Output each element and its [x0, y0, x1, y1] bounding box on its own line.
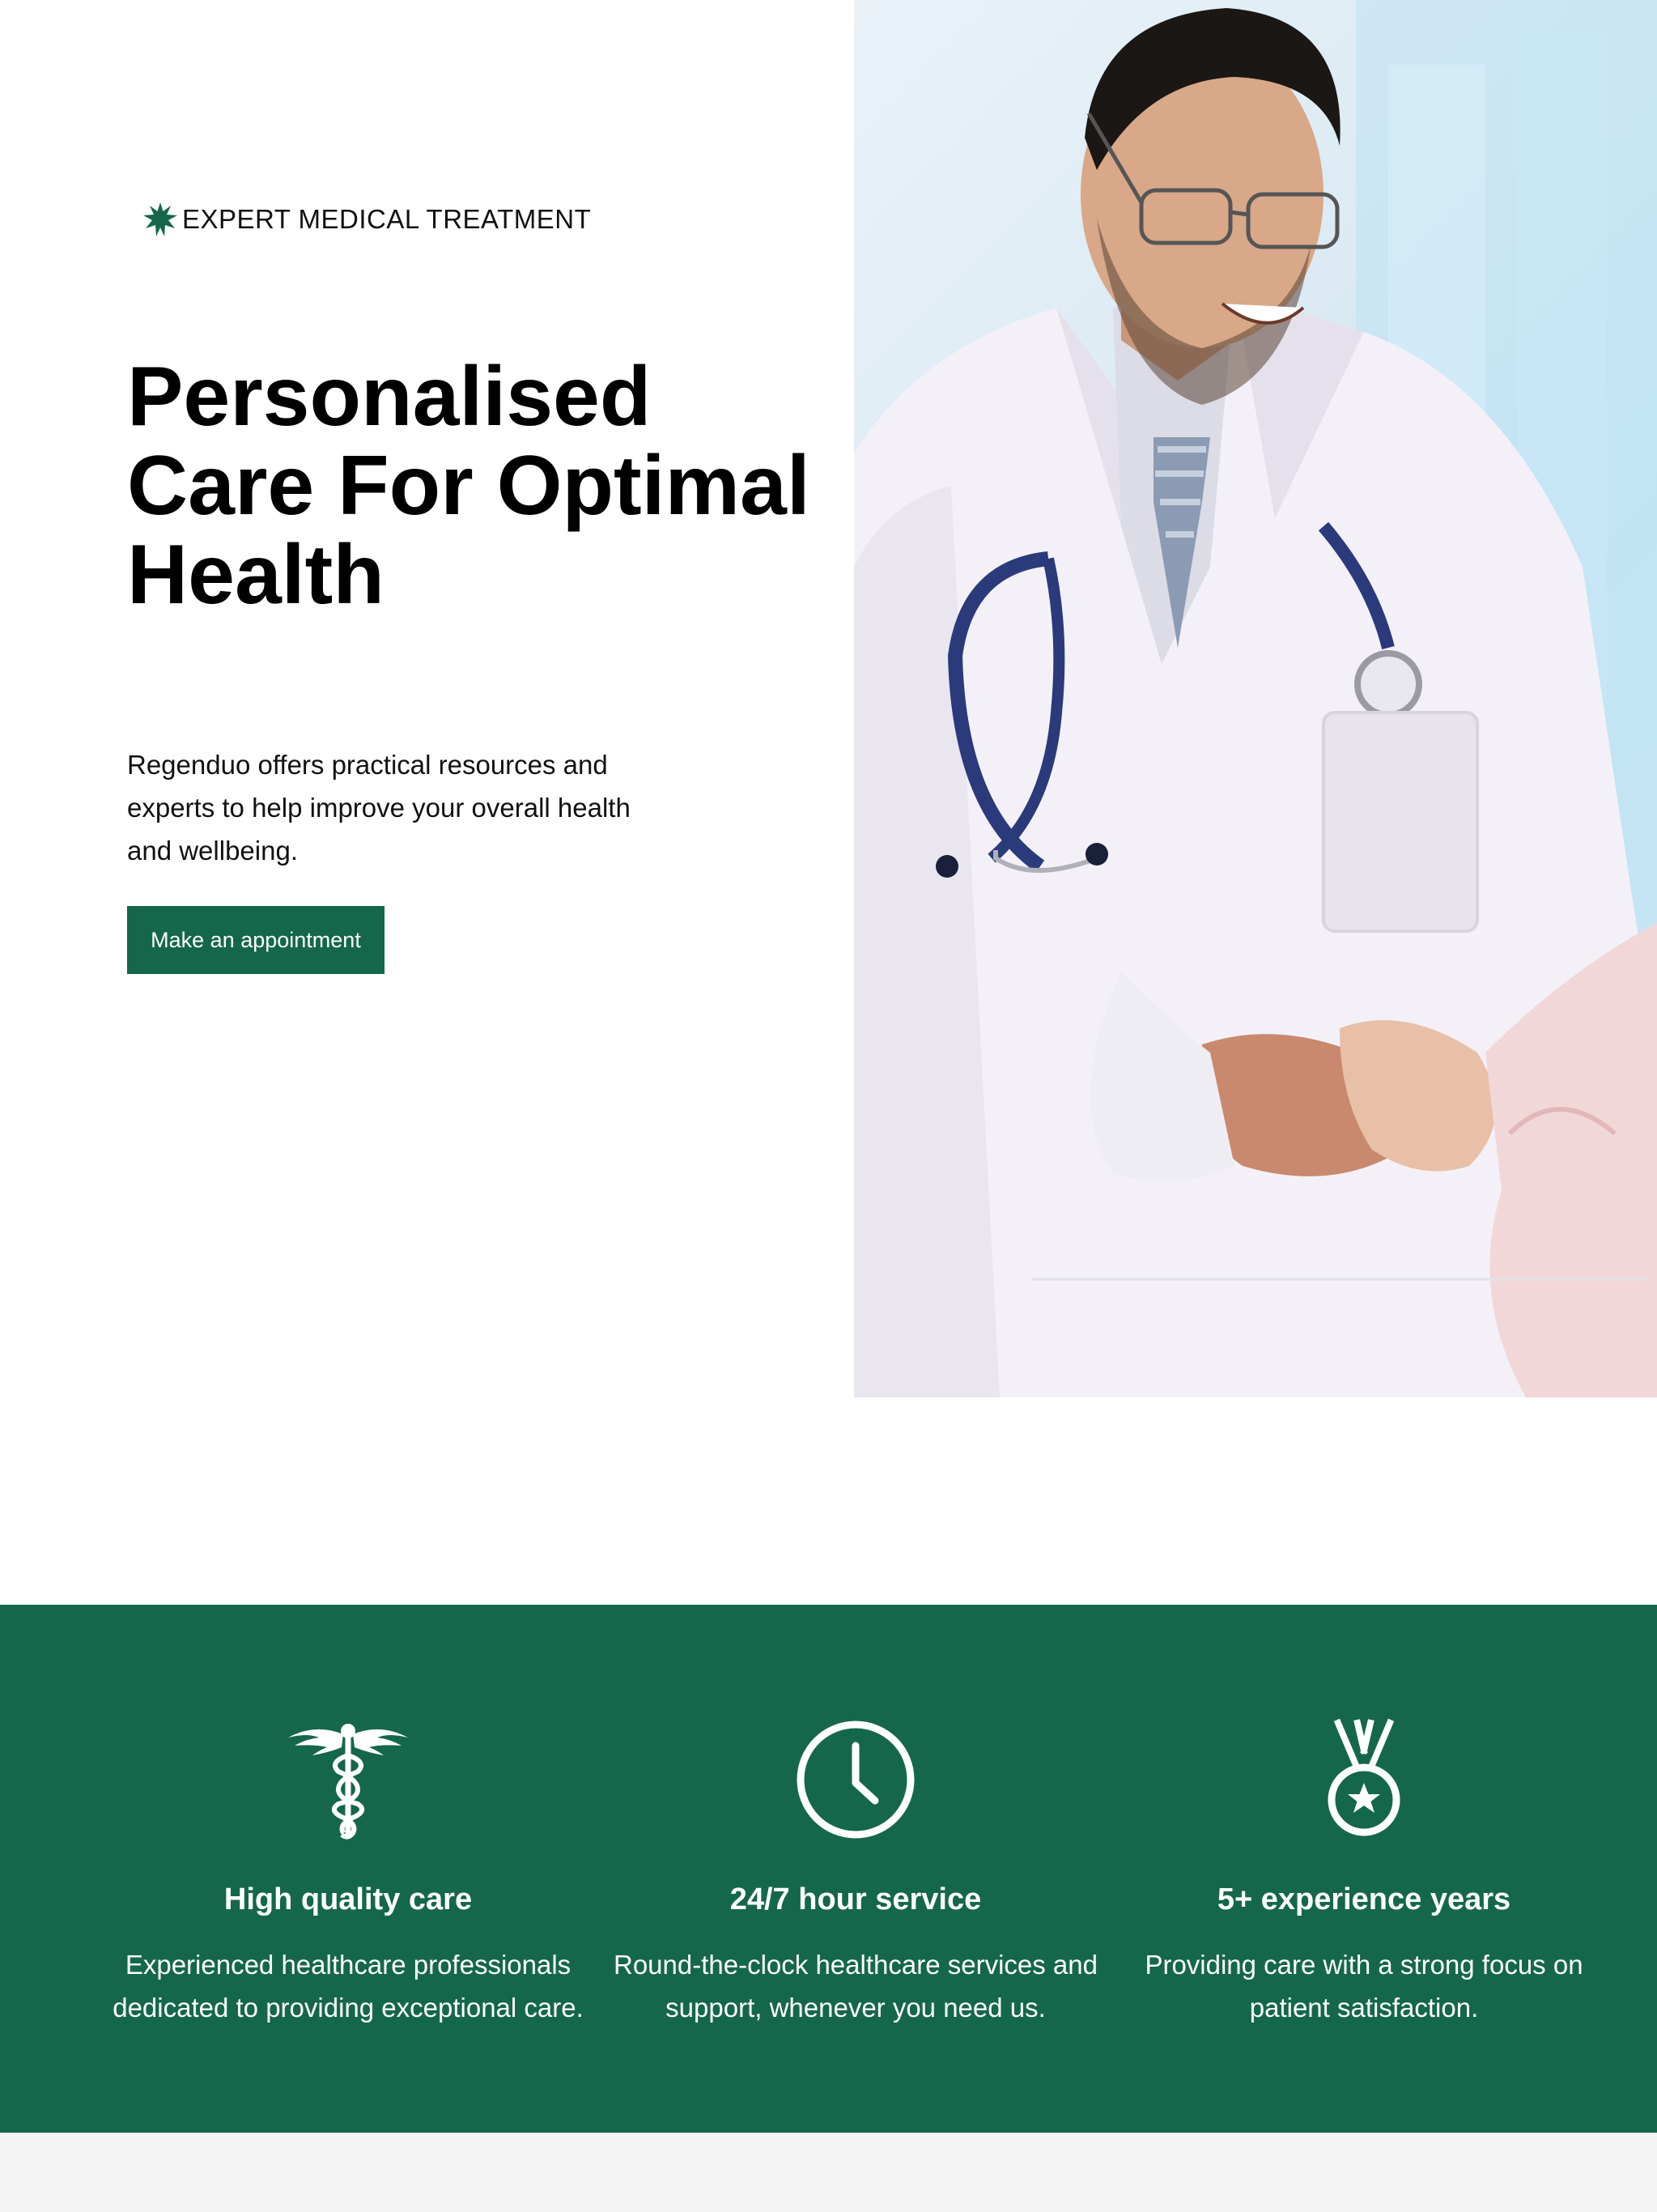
hero-photo: [854, 0, 1657, 1397]
hero-description: Regenduo offers practical resources and …: [127, 750, 631, 866]
doctor-photo-illustration: [854, 0, 1657, 1397]
feature-title: 5+ experience years: [1217, 1882, 1511, 1916]
star-burst-icon: [143, 202, 177, 236]
hero-eyebrow: EXPERT MEDICAL TREATMENT: [142, 201, 591, 238]
feature-quality-care: High quality care Experienced healthcare…: [89, 1605, 607, 2133]
eyebrow-text: EXPERT MEDICAL TREATMENT: [182, 204, 592, 234]
feature-title: High quality care: [223, 1882, 473, 1916]
feature-service: 24/7 hour service Round-the-clock health…: [597, 1605, 1115, 2133]
feature-experience: 5+ experience years Providing care with …: [1105, 1605, 1623, 2133]
hero-section: EXPERT MEDICAL TREATMENT Personalised Ca…: [0, 0, 1657, 1397]
feature-description: Experienced healthcare professionals ded…: [113, 1950, 584, 2023]
caduceus-icon: [283, 1715, 413, 1844]
feature-title: 24/7 hour service: [729, 1882, 982, 1916]
footer-strip: [0, 2133, 1657, 2212]
features-band: High quality care Experienced healthcare…: [0, 1605, 1657, 2133]
feature-description: Round-the-clock healthcare services and …: [614, 1950, 1098, 2023]
hero-title: Personalised Care For Optimal Health: [127, 350, 810, 622]
make-appointment-button[interactable]: Make an appointment: [127, 906, 385, 974]
medal-icon: [1299, 1715, 1429, 1844]
clock-icon: [791, 1715, 920, 1844]
page: EXPERT MEDICAL TREATMENT Personalised Ca…: [0, 0, 1657, 2212]
feature-description: Providing care with a strong focus on pa…: [1145, 1950, 1583, 2023]
hero-content: EXPERT MEDICAL TREATMENT Personalised Ca…: [0, 0, 854, 1397]
